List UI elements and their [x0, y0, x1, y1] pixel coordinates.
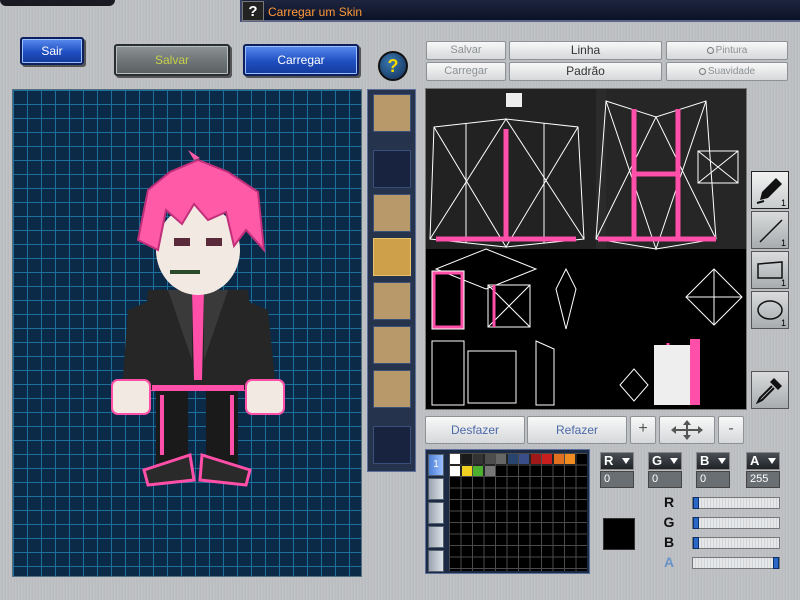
palette-tabs: 1	[428, 452, 446, 572]
palette-swatch[interactable]	[507, 454, 518, 464]
blue-slider[interactable]	[692, 537, 780, 549]
blue-value[interactable]: 0	[696, 471, 730, 488]
palette-tab-1[interactable]: 1	[428, 454, 444, 476]
eyedropper-tool[interactable]	[751, 371, 789, 409]
blue-slider-label: B	[663, 534, 675, 550]
eyedropper-icon	[755, 378, 782, 405]
palette-grid[interactable]	[449, 453, 587, 571]
palette-swatch[interactable]	[484, 454, 495, 464]
line-mode-button[interactable]: Linha	[509, 41, 662, 60]
green-channel-label: G	[652, 453, 663, 468]
palette-tab-3[interactable]	[428, 502, 444, 524]
part-slot-column	[367, 89, 416, 472]
palette-swatch[interactable]	[553, 454, 564, 464]
window-title: Carregar um Skin	[268, 5, 363, 19]
green-slider-knob[interactable]	[693, 517, 699, 529]
line-size: 1	[780, 238, 786, 248]
alpha-channel-button[interactable]: A	[746, 452, 780, 470]
alpha-slider-knob[interactable]	[773, 557, 779, 569]
palette-swatch[interactable]	[461, 454, 472, 464]
slot-face-3[interactable]	[373, 370, 411, 408]
slot-hat[interactable]	[373, 194, 411, 232]
palette-swatch[interactable]	[530, 454, 541, 464]
slot-face-1[interactable]	[373, 282, 411, 320]
line-tool[interactable]: 1	[751, 211, 789, 249]
slot-body[interactable]	[373, 238, 411, 276]
alpha-value[interactable]: 255	[746, 471, 780, 488]
chevron-down-icon	[718, 458, 726, 464]
green-channel-button[interactable]: G	[648, 452, 682, 470]
save-texture-button[interactable]: Salvar	[426, 41, 506, 60]
zoom-in-button[interactable]: -	[718, 416, 744, 444]
red-channel-label: R	[604, 453, 614, 468]
current-color-swatch	[603, 518, 635, 550]
alpha-channel-label: A	[750, 453, 760, 468]
palette-tab-5[interactable]	[428, 550, 444, 572]
red-slider-label: R	[663, 494, 675, 510]
texture-uv-map	[426, 89, 746, 406]
palette-swatch[interactable]	[450, 465, 460, 476]
title-help-icon[interactable]: ?	[242, 1, 264, 21]
palette-tab-2[interactable]	[428, 478, 444, 500]
slot-empty-2[interactable]	[373, 426, 411, 464]
red-slider-knob[interactable]	[693, 497, 699, 509]
red-slider[interactable]	[692, 497, 780, 509]
alpha-slider[interactable]	[692, 557, 780, 569]
slot-head[interactable]	[373, 94, 411, 132]
blue-channel-label: B	[700, 453, 710, 468]
slot-empty-1[interactable]	[373, 150, 411, 188]
rectangle-tool[interactable]: 1	[751, 251, 789, 289]
slot-face-2[interactable]	[373, 326, 411, 364]
paint-radio[interactable]: Pintura	[666, 41, 788, 60]
smooth-radio[interactable]: Suavidade	[666, 62, 788, 81]
green-value[interactable]: 0	[648, 471, 682, 488]
palette-tab-4[interactable]	[428, 526, 444, 548]
paint-radio-label: Pintura	[715, 45, 748, 56]
palette-swatch[interactable]	[565, 454, 575, 464]
blue-slider-knob[interactable]	[693, 537, 699, 549]
palette-swatch[interactable]	[542, 454, 552, 464]
pan-button[interactable]	[659, 416, 715, 444]
undo-button[interactable]: Desfazer	[425, 416, 525, 444]
default-mode-button[interactable]: Padrão	[509, 62, 662, 81]
pencil-tool[interactable]: 1	[751, 171, 789, 209]
rectangle-size: 1	[780, 278, 786, 288]
palette-swatch[interactable]	[484, 465, 495, 476]
smooth-radio-icon	[698, 67, 706, 75]
alpha-slider-label: A	[663, 554, 675, 570]
chevron-down-icon	[768, 458, 776, 464]
palette-swatch[interactable]	[461, 465, 472, 476]
texture-canvas[interactable]	[425, 88, 747, 410]
load-skin-button[interactable]: Carregar	[243, 44, 359, 76]
palette-swatch[interactable]	[450, 454, 460, 464]
character-preview[interactable]	[12, 89, 362, 577]
load-texture-button[interactable]: Carregar	[426, 62, 506, 81]
palette-swatch[interactable]	[473, 465, 483, 476]
red-channel-button[interactable]: R	[600, 452, 634, 470]
palette-swatch[interactable]	[496, 454, 506, 464]
green-slider-label: G	[663, 514, 675, 530]
help-icon[interactable]: ?	[378, 51, 408, 81]
chevron-down-icon	[670, 458, 678, 464]
chevron-down-icon	[622, 458, 630, 464]
move-arrows-icon	[671, 420, 703, 440]
top-strip	[0, 0, 115, 6]
character-model	[111, 150, 285, 487]
ellipse-size: 1	[780, 318, 786, 328]
red-value[interactable]: 0	[600, 471, 634, 488]
redo-button[interactable]: Refazer	[527, 416, 627, 444]
blue-channel-button[interactable]: B	[696, 452, 730, 470]
save-skin-button[interactable]: Salvar	[114, 44, 230, 76]
paint-radio-icon	[706, 46, 714, 54]
palette-swatch[interactable]	[519, 454, 529, 464]
zoom-out-button[interactable]: +	[630, 416, 656, 444]
exit-button[interactable]: Sair	[20, 37, 84, 65]
smooth-radio-label: Suavidade	[707, 66, 756, 77]
pencil-size: 1	[780, 198, 786, 208]
palette-panel: 1	[425, 449, 590, 574]
ellipse-tool[interactable]: 1	[751, 291, 789, 329]
palette-swatch[interactable]	[473, 454, 483, 464]
green-slider[interactable]	[692, 517, 780, 529]
